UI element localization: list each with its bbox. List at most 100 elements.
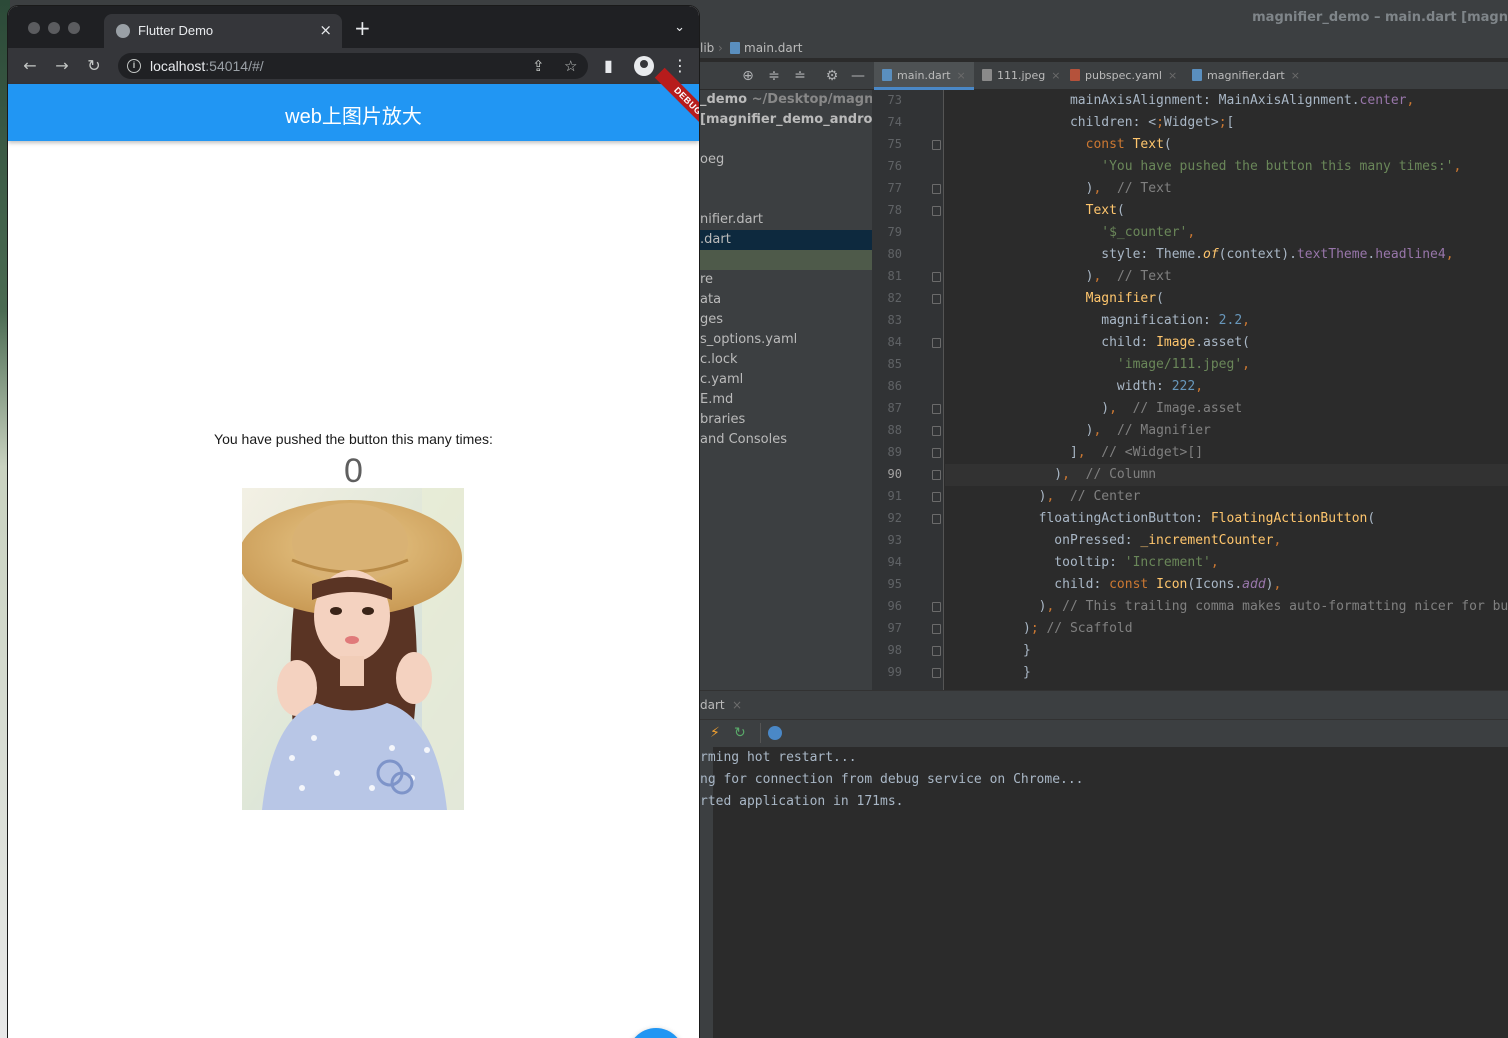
side-panel-icon[interactable]: ▮: [604, 55, 613, 77]
tab-main-dart[interactable]: main.dart ×: [874, 62, 974, 90]
line-number: 99: [887, 665, 902, 679]
hot-restart-icon[interactable]: ↻: [734, 725, 746, 741]
code-line[interactable]: style: Theme.of(context).textTheme.headl…: [945, 244, 1453, 266]
code-line[interactable]: ); // Scaffold: [945, 618, 1133, 640]
profile-avatar[interactable]: [634, 56, 654, 76]
back-button[interactable]: ←: [19, 55, 41, 77]
fold-marker-icon[interactable]: [932, 514, 941, 524]
project-tree-item[interactable]: and Consoles: [700, 430, 872, 450]
code-line[interactable]: 'image/111.jpeg',: [945, 354, 1250, 376]
code-line[interactable]: width: 222,: [945, 376, 1203, 398]
breadcrumb-lib[interactable]: lib: [700, 41, 714, 55]
project-tree-item[interactable]: braries: [700, 410, 872, 430]
fold-marker-icon[interactable]: [932, 492, 941, 502]
code-line[interactable]: '$_counter',: [945, 222, 1195, 244]
project-tree-item[interactable]: ges: [700, 310, 872, 330]
gear-icon[interactable]: ⚙: [824, 68, 840, 84]
code-line[interactable]: tooltip: 'Increment',: [945, 552, 1218, 574]
code-line[interactable]: ), // Text: [945, 178, 1172, 200]
fold-marker-icon[interactable]: [932, 470, 941, 480]
close-icon[interactable]: ×: [1291, 69, 1300, 82]
fold-marker-icon[interactable]: [932, 272, 941, 282]
project-tree-item[interactable]: ata: [700, 290, 872, 310]
minimize-icon[interactable]: —: [850, 68, 866, 84]
code-line[interactable]: }: [945, 662, 1031, 684]
close-icon[interactable]: ×: [957, 69, 966, 82]
code-line[interactable]: child: const Icon(Icons.add),: [945, 574, 1281, 596]
info-icon[interactable]: i: [127, 59, 141, 73]
url-text[interactable]: localhost:54014/#/: [150, 58, 264, 74]
code-line[interactable]: ), // Center: [945, 486, 1141, 508]
project-tree-item[interactable]: [magnifier_demo_androic: [700, 110, 872, 130]
project-tree-item[interactable]: _demo ~/Desktop/magnifier: [700, 90, 872, 110]
close-icon[interactable]: ×: [319, 21, 332, 39]
new-tab-button[interactable]: +: [354, 18, 371, 38]
fold-marker-icon[interactable]: [932, 338, 941, 348]
run-tab-dart[interactable]: dart: [700, 698, 725, 712]
project-tree-item[interactable]: oeg: [700, 150, 872, 170]
code-line[interactable]: ), // Text: [945, 266, 1172, 288]
code-line[interactable]: children: <;Widget>;[: [945, 112, 1234, 134]
tab-111-jpeg[interactable]: 111.jpeg ×: [974, 62, 1069, 90]
code-line[interactable]: Magnifier(: [945, 288, 1164, 310]
project-tree-item-selected[interactable]: .dart: [700, 230, 872, 250]
tab-search-icon[interactable]: ⌄: [674, 20, 685, 35]
magnified-photo[interactable]: [242, 488, 464, 810]
window-close-button[interactable]: [28, 22, 40, 34]
expand-all-icon[interactable]: ≑: [766, 68, 782, 84]
address-bar[interactable]: i localhost:54014/#/ ⇪ ☆: [118, 53, 588, 79]
code-line[interactable]: }: [945, 640, 1031, 662]
code-line[interactable]: child: Image.asset(: [945, 332, 1250, 354]
forward-button[interactable]: →: [51, 55, 73, 77]
fold-marker-icon[interactable]: [932, 646, 941, 656]
tab-magnifier-dart[interactable]: magnifier.dart ×: [1184, 62, 1308, 90]
close-icon[interactable]: ×: [1051, 69, 1060, 82]
code-line[interactable]: ], // <Widget>[]: [945, 442, 1203, 464]
project-tree-item[interactable]: [700, 250, 872, 270]
code-line[interactable]: ), // Column: [945, 464, 1508, 486]
reload-button[interactable]: ↻: [83, 55, 105, 77]
code-line[interactable]: onPressed: _incrementCounter,: [945, 530, 1281, 552]
share-icon[interactable]: ⇪: [532, 57, 545, 75]
project-tree-item[interactable]: s_options.yaml: [700, 330, 872, 350]
fold-marker-icon[interactable]: [932, 140, 941, 150]
project-tree-item[interactable]: c.yaml: [700, 370, 872, 390]
devtools-icon[interactable]: [768, 726, 782, 740]
project-tree-item[interactable]: c.lock: [700, 350, 872, 370]
code-line[interactable]: magnification: 2.2,: [945, 310, 1250, 332]
code-line[interactable]: Text(: [945, 200, 1125, 222]
browser-tab[interactable]: Flutter Demo ×: [104, 14, 342, 48]
fold-marker-icon[interactable]: [932, 624, 941, 634]
fold-marker-icon[interactable]: [932, 668, 941, 678]
window-minimize-button[interactable]: [48, 22, 60, 34]
fold-marker-icon[interactable]: [932, 602, 941, 612]
project-tree-item[interactable]: nifier.dart: [700, 210, 872, 230]
fold-marker-icon[interactable]: [932, 294, 941, 304]
collapse-all-icon[interactable]: ≐: [792, 68, 808, 84]
increment-fab[interactable]: [628, 1028, 684, 1038]
code-line[interactable]: ), // Image.asset: [945, 398, 1242, 420]
fold-marker-icon[interactable]: [932, 448, 941, 458]
breadcrumb-main-dart[interactable]: main.dart: [730, 41, 802, 55]
close-icon[interactable]: ×: [732, 698, 742, 712]
code-line[interactable]: floatingActionButton: FloatingActionButt…: [945, 508, 1376, 530]
fold-marker-icon[interactable]: [932, 426, 941, 436]
bookmark-star-icon[interactable]: ☆: [564, 57, 577, 75]
fold-marker-icon[interactable]: [932, 404, 941, 414]
code-editor[interactable]: mainAxisAlignment: MainAxisAlignment.cen…: [945, 90, 1508, 690]
locate-icon[interactable]: ⊕: [740, 68, 756, 84]
code-line[interactable]: mainAxisAlignment: MainAxisAlignment.cen…: [945, 90, 1414, 112]
code-line[interactable]: const Text(: [945, 134, 1172, 156]
fold-marker-icon[interactable]: [932, 206, 941, 216]
fold-marker-icon[interactable]: [932, 184, 941, 194]
project-tree-item[interactable]: re: [700, 270, 872, 290]
code-line[interactable]: ), // Magnifier: [945, 420, 1211, 442]
close-icon[interactable]: ×: [1168, 69, 1177, 82]
hot-reload-icon[interactable]: ⚡: [710, 725, 720, 741]
code-line[interactable]: 'You have pushed the button this many ti…: [945, 156, 1461, 178]
tab-pubspec-yaml[interactable]: pubspec.yaml ×: [1062, 62, 1185, 90]
project-tree-item[interactable]: E.md: [700, 390, 872, 410]
code-line[interactable]: ), // This trailing comma makes auto-for…: [945, 596, 1508, 618]
menu-icon[interactable]: ⋮: [672, 55, 688, 77]
window-zoom-button[interactable]: [68, 22, 80, 34]
